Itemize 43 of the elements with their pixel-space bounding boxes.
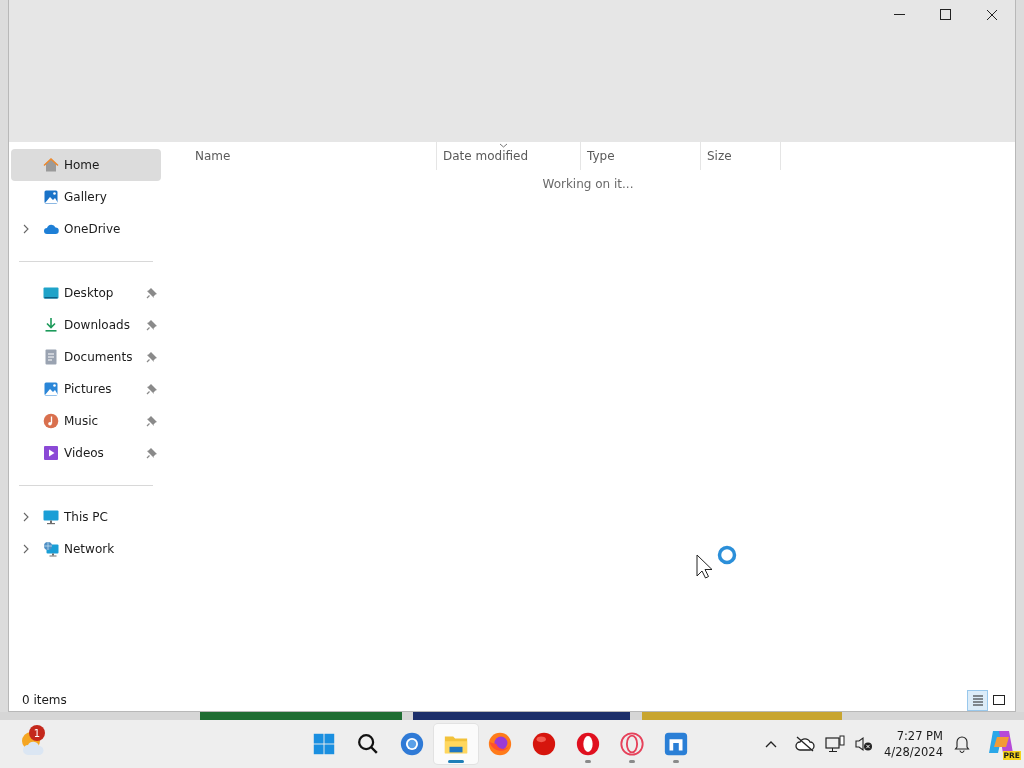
- sidebar-item[interactable]: Gallery: [11, 181, 161, 213]
- pin-icon[interactable]: [146, 351, 158, 363]
- monitor-icon: [43, 509, 59, 525]
- folder-icon[interactable]: [434, 724, 478, 764]
- sidebar-item[interactable]: This PC: [11, 501, 161, 533]
- network-icon: [43, 541, 59, 557]
- sidebar-item[interactable]: Network: [11, 533, 161, 565]
- sort-caret-icon: [499, 143, 508, 148]
- picture-icon: [43, 381, 59, 397]
- loading-message: Working on it...: [542, 177, 634, 191]
- download-icon: [43, 317, 59, 333]
- clock-time[interactable]: 7:27 PM: [896, 728, 943, 744]
- desktop-icon: [43, 285, 59, 301]
- weather-button[interactable]: 1: [18, 725, 52, 761]
- sidebar-item[interactable]: Pictures: [11, 373, 161, 405]
- sidebar-item[interactable]: Music: [11, 405, 161, 437]
- pin-icon[interactable]: [146, 287, 158, 299]
- column-header[interactable]: Type: [581, 142, 701, 170]
- column-header[interactable]: Date modified: [437, 142, 581, 170]
- sidebar-item[interactable]: Downloads: [11, 309, 161, 341]
- clock-date[interactable]: 4/28/2024: [884, 744, 943, 760]
- video-icon: [43, 445, 59, 461]
- chevron-icon[interactable]: [23, 512, 29, 522]
- sidebar-item[interactable]: OneDrive: [11, 213, 161, 245]
- pin-icon[interactable]: [146, 415, 158, 427]
- pin-icon[interactable]: [146, 319, 158, 331]
- column-header[interactable]: Name: [161, 142, 437, 170]
- sidebar-item[interactable]: Home: [11, 149, 161, 181]
- busy-cursor-icon: [696, 544, 738, 582]
- sidebar-item[interactable]: Desktop: [11, 277, 161, 309]
- chevron-icon[interactable]: [23, 544, 29, 554]
- document-icon: [43, 349, 59, 365]
- item-count: 0 items: [22, 693, 68, 707]
- pin-icon[interactable]: [146, 447, 158, 459]
- sidebar-item[interactable]: Documents: [11, 341, 161, 373]
- column-header[interactable]: Size: [701, 142, 781, 170]
- pin-icon[interactable]: [146, 383, 158, 395]
- home-icon: [43, 157, 59, 173]
- chevron-icon[interactable]: [23, 224, 29, 234]
- details-view-icon[interactable]: [967, 689, 988, 711]
- sidebar-item[interactable]: Videos: [11, 437, 161, 469]
- gallery-icon: [43, 189, 59, 205]
- music-icon: [43, 413, 59, 429]
